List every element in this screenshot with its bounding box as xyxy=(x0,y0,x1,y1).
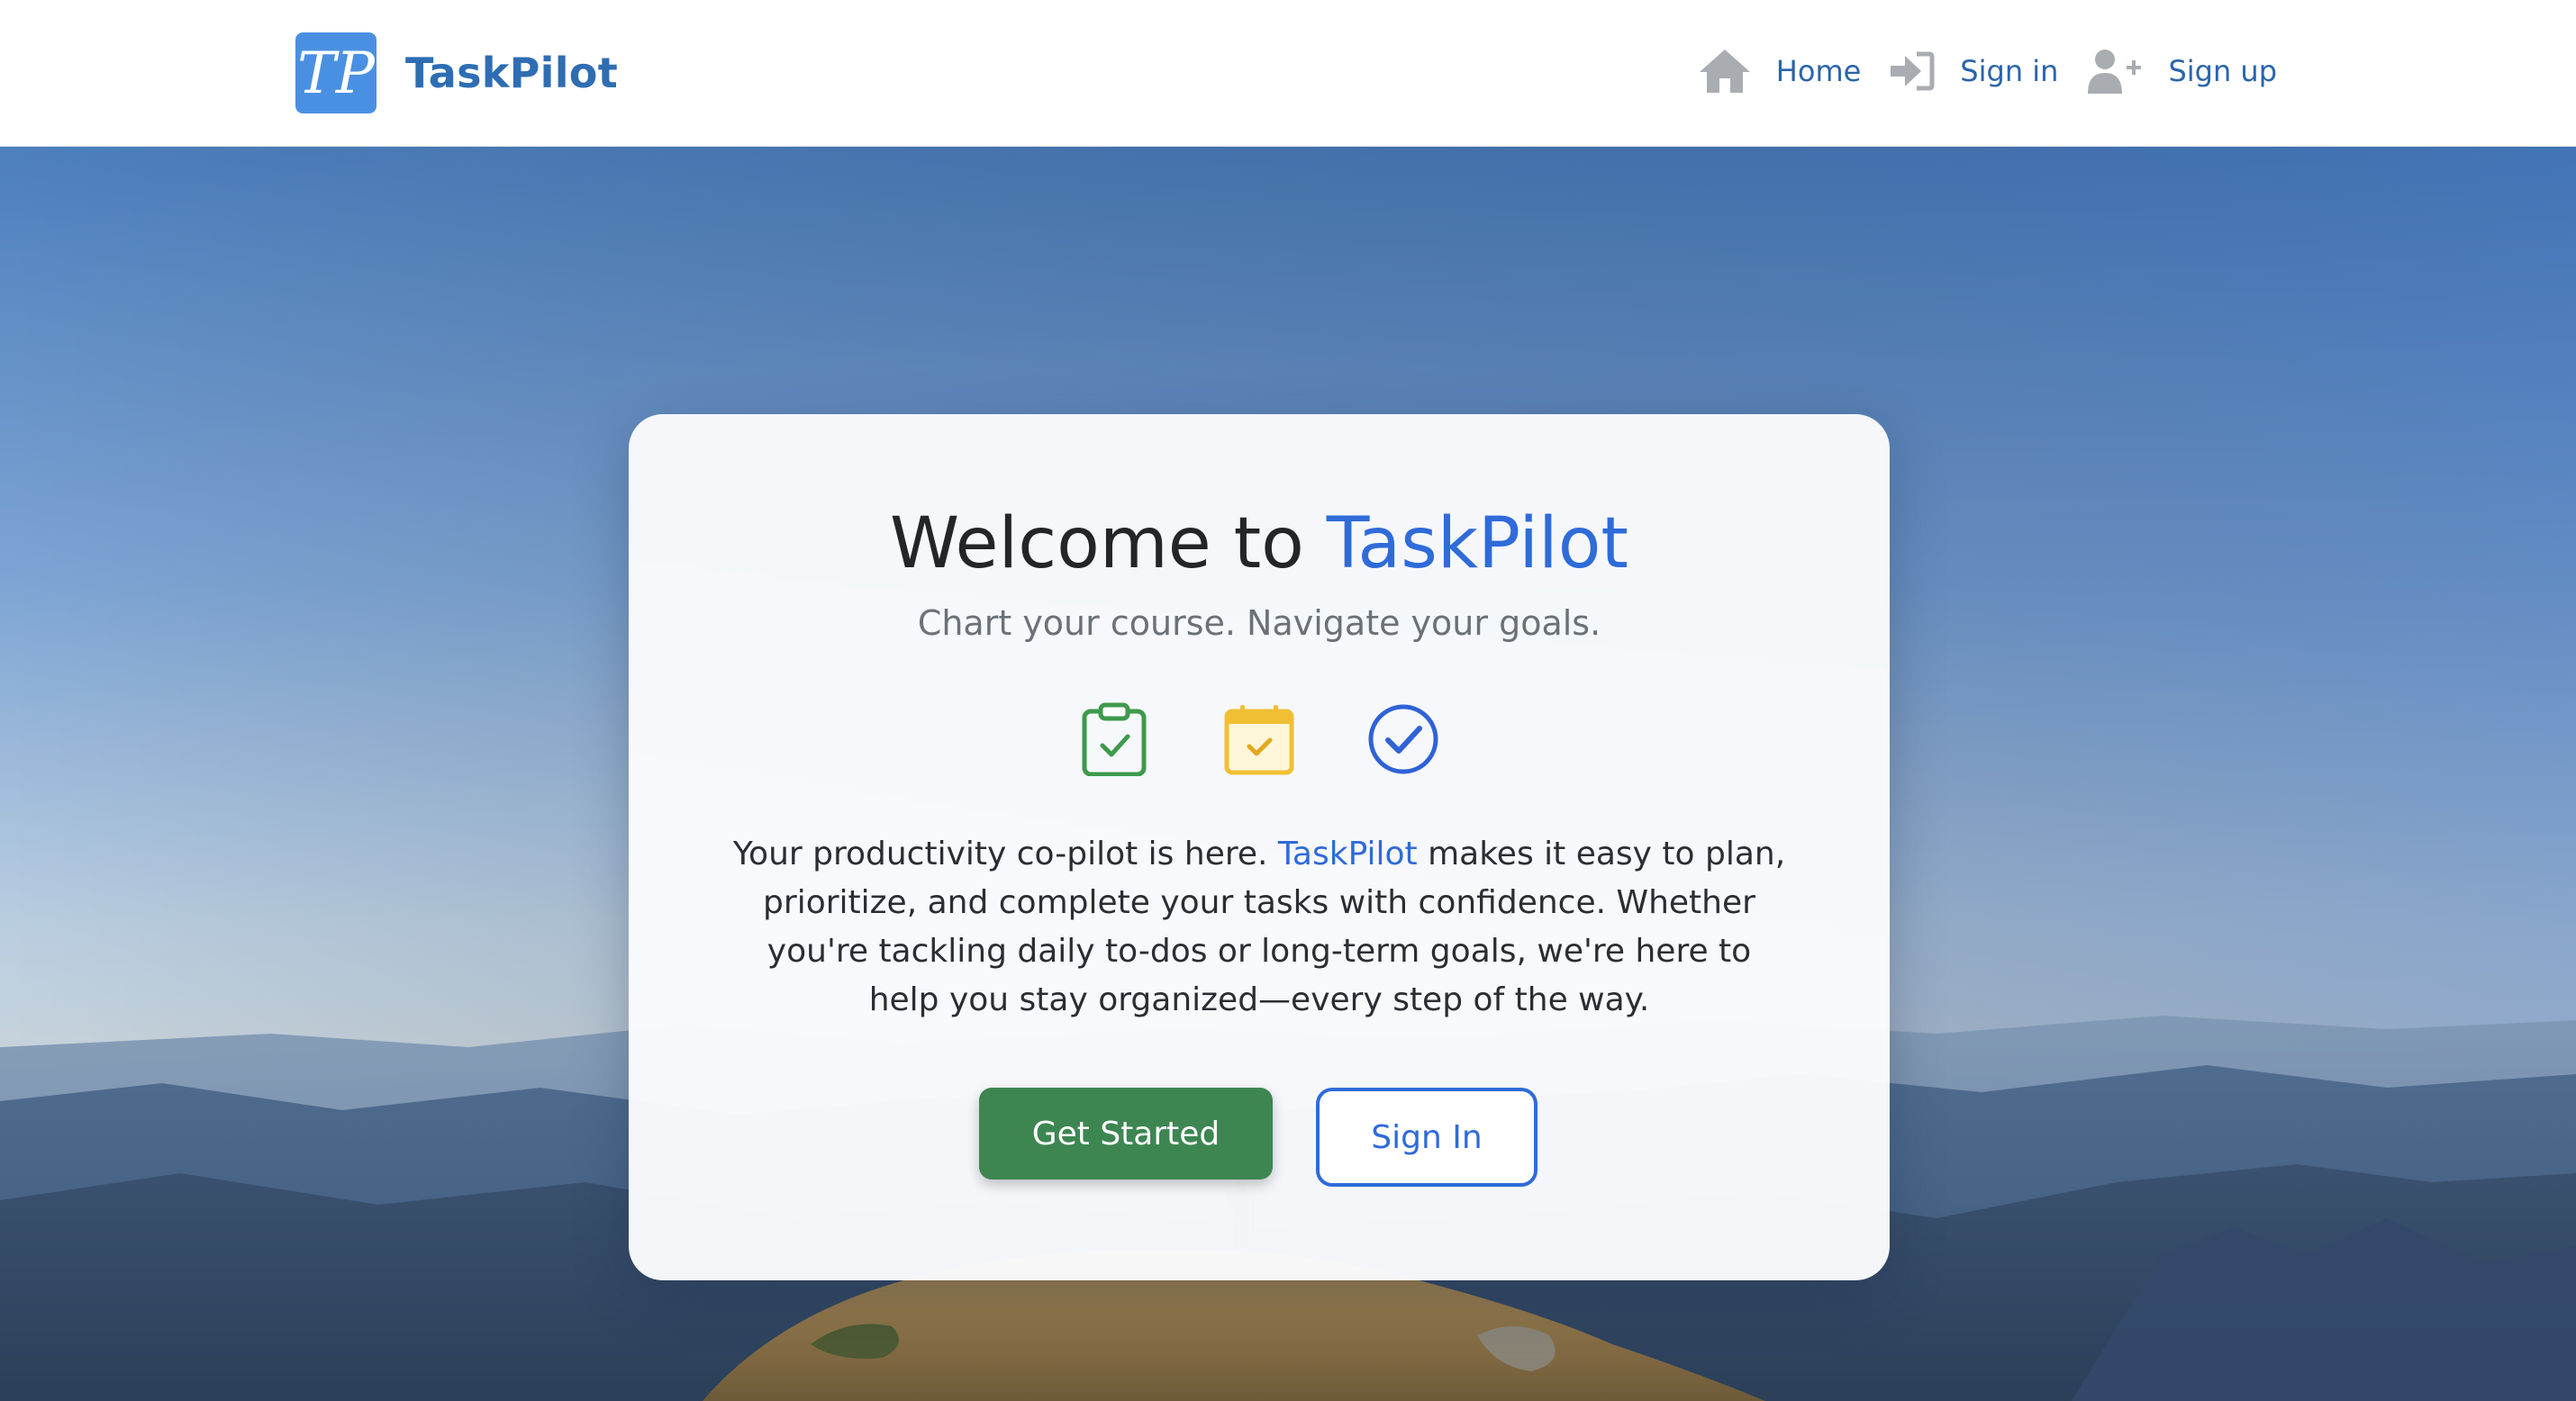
circle-check-icon xyxy=(1368,704,1438,774)
welcome-description: Your productivity co-pilot is here. Task… xyxy=(728,830,1791,1025)
get-started-button[interactable]: Get Started xyxy=(979,1088,1273,1180)
welcome-title-prefix: Welcome to xyxy=(890,503,1327,584)
top-navbar: TP TaskPilot Home Sign in Sign up xyxy=(0,0,2576,147)
calendar-check-icon xyxy=(1224,705,1294,775)
welcome-subtitle: Chart your course. Navigate your goals. xyxy=(917,603,1601,643)
welcome-title: Welcome to TaskPilot xyxy=(629,503,1890,584)
description-brand: TaskPilot xyxy=(1277,836,1418,872)
welcome-title-brand: TaskPilot xyxy=(1326,503,1628,584)
clipboard-check-icon xyxy=(1082,702,1147,776)
welcome-card: Welcome to TaskPilot Chart your course. … xyxy=(629,414,1890,1280)
feature-icons-row xyxy=(629,702,1890,776)
user-plus-icon xyxy=(2088,50,2142,94)
sign-in-icon xyxy=(1891,51,1935,91)
nav-sign-in-link[interactable]: Sign in xyxy=(1890,50,2058,92)
brand[interactable]: TP TaskPilot xyxy=(295,32,618,113)
main-nav: Home Sign in Sign up xyxy=(1699,41,2277,101)
home-icon xyxy=(1699,50,1750,93)
nav-home-link[interactable]: Home xyxy=(1699,48,1862,95)
hero-section: Welcome to TaskPilot Chart your course. … xyxy=(0,147,2576,1401)
nav-sign-in-label: Sign in xyxy=(1960,54,2059,88)
sign-in-button[interactable]: Sign In xyxy=(1316,1088,1537,1187)
svg-text:TP: TP xyxy=(297,41,376,107)
nav-sign-up-label: Sign up xyxy=(2168,54,2277,88)
description-intro: Your productivity co-pilot is here. xyxy=(732,836,1278,872)
nav-sign-up-link[interactable]: Sign up xyxy=(2087,48,2277,95)
brand-name: TaskPilot xyxy=(405,49,619,97)
nav-home-label: Home xyxy=(1775,54,1862,88)
taskpilot-logo-icon: TP xyxy=(295,32,376,113)
